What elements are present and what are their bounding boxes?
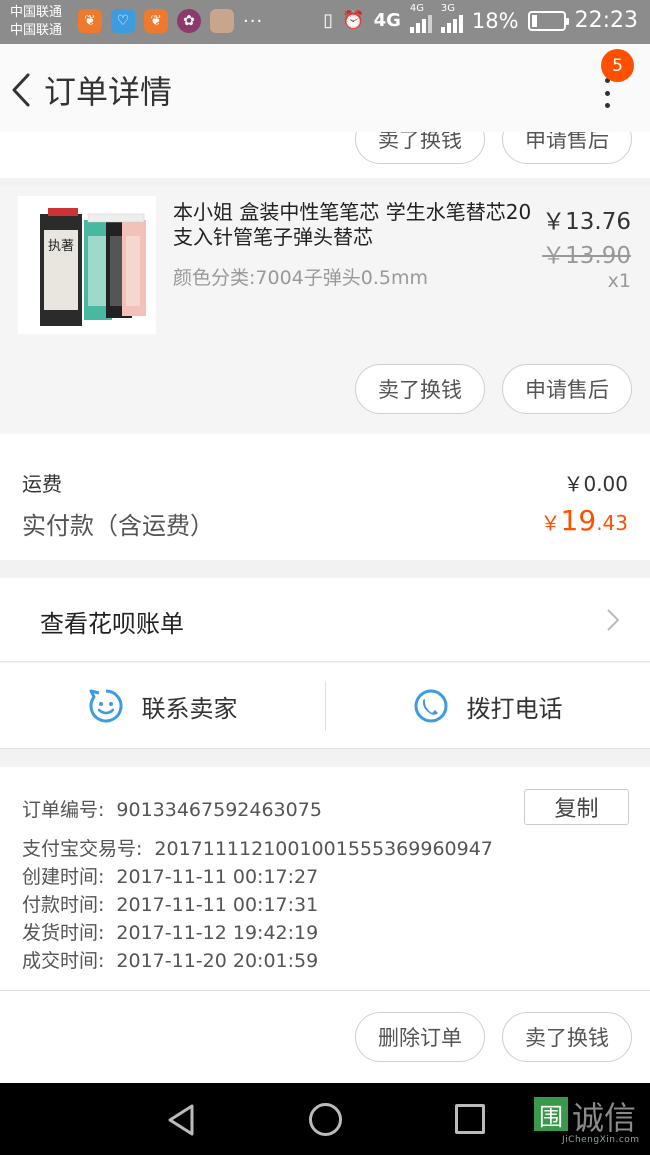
signal-icon-2: 3G [440, 3, 463, 33]
completed-time-value: 2017-11-20 20:01:59 [116, 950, 319, 972]
shipping-value: ￥0.00 [563, 472, 628, 496]
product-price: ￥13.76 [542, 209, 631, 235]
delete-order-button[interactable]: 删除订单 [355, 1012, 485, 1062]
paid-time-label: 付款时间: [22, 894, 105, 916]
order-info: 订单编号: 90133467592463075 复制 支付宝交易号: 2017111… [0, 767, 650, 991]
network-type-1: 4G [373, 10, 401, 31]
nav-back-icon[interactable] [165, 1103, 197, 1137]
order-number-row: 订单编号: 90133467592463075 [22, 795, 322, 822]
alipay-number-value: 2017111121001001555369960947 [154, 838, 493, 860]
chevron-right-icon [607, 609, 620, 631]
nav-recent-apps-icon[interactable] [455, 1104, 485, 1134]
vibrate-icon: ▯ [323, 10, 334, 31]
created-time-label: 创建时间: [22, 866, 105, 888]
shipped-time-label: 发货时间: [22, 922, 105, 944]
completed-time-label: 成交时间: [22, 950, 105, 972]
alipay-number-label: 支付宝交易号: [22, 838, 143, 860]
completed-time-row: 成交时间: 2017-11-20 20:01:59 [22, 946, 318, 973]
product-quantity: x1 [607, 270, 631, 292]
prev-sell-button[interactable]: 卖了换钱 [355, 132, 485, 164]
shipped-time-value: 2017-11-12 19:42:19 [116, 922, 319, 944]
school-emblem-icon: ✿ [177, 9, 201, 33]
signal-icon-1: 4G [409, 3, 432, 33]
carrier-labels: 中国联通 中国联通 [10, 4, 62, 40]
photo-thumbnail-icon [210, 9, 234, 33]
clock: 22:23 [574, 8, 638, 33]
battery-icon [527, 10, 569, 31]
huabei-bill-row[interactable]: 查看花呗账单 [0, 578, 650, 662]
phone-icon [414, 689, 447, 723]
title-bar: 订单详情 5 [0, 44, 650, 132]
more-menu-icon[interactable] [600, 78, 614, 108]
back-arrow-icon[interactable] [8, 70, 38, 110]
order-number-label: 订单编号: [22, 799, 105, 821]
watermark-logo: 围 [534, 1097, 568, 1131]
health-app-icon: ♡ [111, 9, 135, 33]
paid-integer: 19 [560, 504, 597, 537]
prev-after-sale-button[interactable]: 申请售后 [502, 132, 632, 164]
call-phone-button[interactable]: 拨打电话 [325, 663, 650, 749]
notification-icons: ❦ ♡ ❦ ✿ ··· [78, 9, 263, 33]
status-indicators: ▯ ⏰ 4G 4G 3G 18% 22:23 [323, 3, 638, 34]
after-sale-button[interactable]: 申请售后 [502, 364, 632, 414]
order-totals: 运费 ￥0.00 实付款（含运费） ￥19.43 [0, 434, 650, 560]
carrier-1: 中国联通 [10, 5, 63, 20]
battery-percent: 18% [471, 8, 519, 33]
bottom-sell-button[interactable]: 卖了换钱 [502, 1012, 632, 1062]
bottom-actions: 删除订单 卖了换钱 [0, 991, 650, 1083]
page-title: 订单详情 [44, 73, 173, 111]
carrier-2: 中国联通 [10, 23, 63, 38]
contact-seller-button[interactable]: 联系卖家 [0, 663, 325, 749]
product-item[interactable]: 执著 本小姐 盒装中性笔笔芯 学生水笔替芯20支入针管笔子弹头替芯 颜色分类:7… [0, 186, 650, 434]
watermark-text: 诚信 [572, 1099, 637, 1137]
alarm-icon: ⏰ [342, 10, 365, 31]
system-nav-bar: 围 诚信 JiChengXin.com [0, 1083, 650, 1155]
previous-item-actions: 卖了换钱 申请售后 [0, 132, 650, 178]
huabei-label: 查看花呗账单 [40, 610, 184, 638]
watermark: 围 诚信 JiChengXin.com [532, 1091, 650, 1151]
contact-bar: 联系卖家 拨打电话 [0, 663, 650, 749]
paid-time-row: 付款时间: 2017-11-11 00:17:31 [22, 890, 318, 917]
paid-decimal: .43 [596, 511, 628, 535]
created-time-value: 2017-11-11 00:17:27 [116, 866, 319, 888]
copy-button[interactable]: 复制 [524, 789, 629, 825]
call-phone-label: 拨打电话 [466, 694, 563, 723]
nav-home-icon[interactable] [309, 1103, 342, 1136]
sell-button[interactable]: 卖了换钱 [355, 364, 485, 414]
more-notifications-icon: ··· [243, 10, 264, 32]
shipping-label: 运费 [22, 472, 62, 496]
message-badge: 5 [601, 49, 634, 82]
paid-time-value: 2017-11-11 00:17:31 [116, 894, 319, 916]
product-thumbnail[interactable]: 执著 [18, 196, 156, 334]
watermark-url: JiChengXin.com [562, 1135, 640, 1145]
alipay-number-row: 支付宝交易号: 2017111121001001555369960947 [22, 834, 493, 861]
contact-seller-label: 联系卖家 [141, 694, 238, 723]
product-original-price: ￥13.90 [542, 243, 631, 269]
uc-browser-icon-2: ❦ [144, 9, 168, 33]
shipped-time-row: 发货时间: 2017-11-12 19:42:19 [22, 918, 318, 945]
status-bar: 中国联通 中国联通 ❦ ♡ ❦ ✿ ··· ▯ ⏰ 4G 4G 3G 18% 2… [0, 0, 650, 44]
paid-amount: ￥19.43 [541, 504, 628, 537]
order-number-value: 90133467592463075 [116, 799, 322, 821]
paid-label: 实付款（含运费） [22, 512, 214, 540]
created-time-row: 创建时间: 2017-11-11 00:17:27 [22, 862, 318, 889]
pen-refill-image: 执著 [18, 196, 156, 334]
product-spec: 颜色分类:7004子弹头0.5mm [173, 267, 428, 289]
paid-currency: ￥ [540, 511, 561, 535]
svg-text:执著: 执著 [48, 239, 74, 254]
uc-browser-icon: ❦ [78, 9, 102, 33]
product-name[interactable]: 本小姐 盒装中性笔笔芯 学生水笔替芯20支入针管笔子弹头替芯 [173, 200, 533, 250]
chat-smile-icon [89, 689, 122, 723]
